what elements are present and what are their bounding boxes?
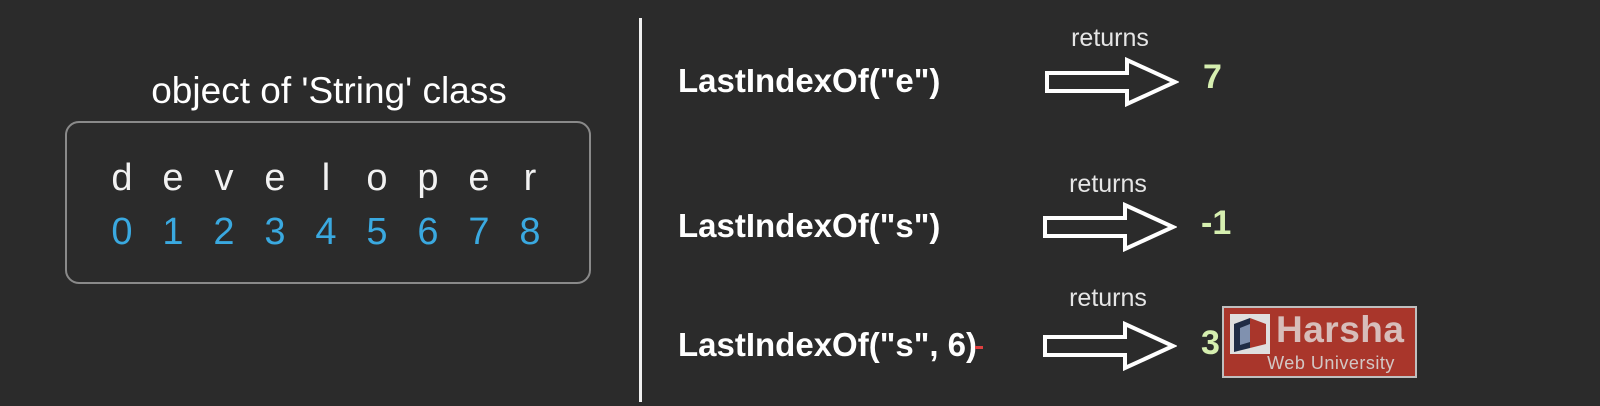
char-6: p <box>417 157 439 199</box>
index-7: 7 <box>468 211 490 253</box>
cursor-mark <box>975 346 983 349</box>
char-4: l <box>321 157 331 199</box>
returns-label-1: returns <box>1071 24 1149 52</box>
index-8: 8 <box>519 211 541 253</box>
index-0: 0 <box>111 211 133 253</box>
method-call-3: LastIndexOf("s", 6) <box>678 326 978 363</box>
harsha-web-university-logo: Harsha Web University <box>1222 306 1417 378</box>
right-arrow-icon <box>1043 321 1177 371</box>
index-5: 5 <box>366 211 388 253</box>
index-2: 2 <box>213 211 235 253</box>
string-object-caption: object of 'String' class <box>151 70 507 111</box>
logo-subtitle: Web University <box>1267 353 1395 373</box>
index-3: 3 <box>264 211 286 253</box>
method-call-2: LastIndexOf("s") <box>678 207 941 244</box>
right-arrow-icon <box>1043 202 1177 252</box>
index-1: 1 <box>162 211 184 253</box>
char-1: e <box>162 157 184 199</box>
char-8: r <box>523 157 537 199</box>
string-characters-box: d e v e l o p e r 0 1 2 3 4 5 6 7 8 <box>65 121 591 284</box>
index-4: 4 <box>315 211 337 253</box>
right-arrow-icon <box>1045 57 1179 107</box>
char-0: d <box>111 157 133 199</box>
result-value-3: 3 <box>1201 324 1220 362</box>
logo-emblem-icon <box>1230 314 1270 354</box>
char-3: e <box>264 157 286 199</box>
returns-label-3: returns <box>1069 284 1147 312</box>
char-5: o <box>366 157 388 199</box>
logo-name: Harsha <box>1276 309 1405 350</box>
result-value-2: -1 <box>1201 204 1232 242</box>
method-call-1: LastIndexOf("e") <box>678 62 941 99</box>
char-2: v <box>214 157 234 199</box>
returns-label-2: returns <box>1069 170 1147 198</box>
char-7: e <box>468 157 490 199</box>
result-value-1: 7 <box>1203 58 1222 96</box>
vertical-divider <box>639 18 642 402</box>
index-6: 6 <box>417 211 439 253</box>
